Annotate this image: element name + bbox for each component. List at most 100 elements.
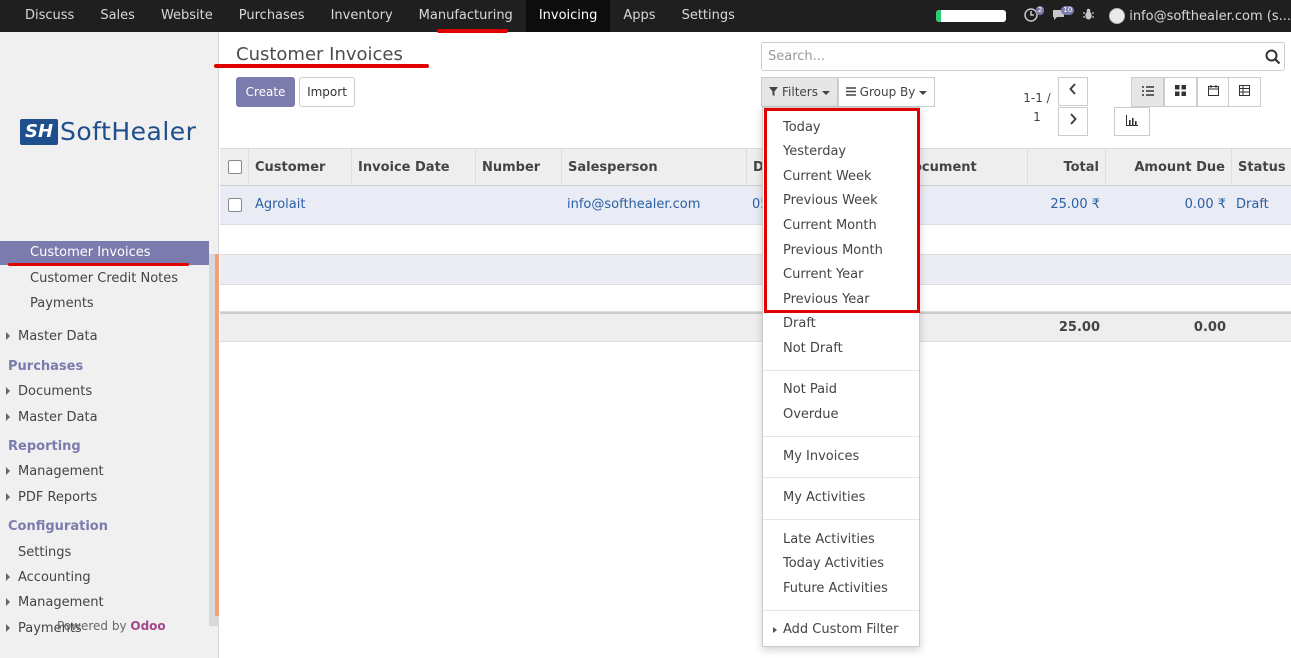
powered-prefix: Powered by xyxy=(57,619,127,633)
menu-sales[interactable]: Sales xyxy=(87,0,148,32)
filter-my-invoices[interactable]: My Invoices xyxy=(783,449,859,464)
sidebar-item-label: Documents xyxy=(18,384,93,399)
filters-label: Filters xyxy=(782,85,818,99)
sidebar-item-label: Management xyxy=(18,595,104,610)
page-title: Customer Invoices xyxy=(236,44,403,65)
menu-website[interactable]: Website xyxy=(148,0,226,32)
sidebar-item-accounting[interactable]: Accounting xyxy=(0,569,209,586)
pivot-view-button[interactable] xyxy=(1228,77,1261,107)
highlight-underline-title xyxy=(214,64,429,68)
powered-by: Powered by Odoo xyxy=(57,619,166,633)
list-view-icon xyxy=(1141,86,1154,96)
table-empty-row xyxy=(220,255,1291,285)
search-input[interactable] xyxy=(762,43,1252,70)
list-view-button[interactable] xyxy=(1131,77,1164,107)
menu-manufacturing[interactable]: Manufacturing xyxy=(406,0,526,32)
messages-icon[interactable]: 10 xyxy=(1052,6,1075,24)
filter-draft[interactable]: Draft xyxy=(783,316,816,331)
table-row[interactable]: Agrolait info@softhealer.com 05 25.00 ₹ … xyxy=(220,186,1291,225)
sidebar-item-payments[interactable]: Payments xyxy=(0,295,209,312)
highlight-box-date-filters xyxy=(764,108,920,313)
graph-view-button[interactable] xyxy=(1114,107,1150,136)
sidebar-item-master-data[interactable]: Master Data xyxy=(0,328,209,345)
odoo-link[interactable]: Odoo xyxy=(130,619,165,633)
cell-total: 25.00 ₹ xyxy=(1050,197,1100,212)
systray: 2 10 info@softhealer.com (s... xyxy=(936,0,1291,32)
pager-next-button[interactable] xyxy=(1058,107,1088,136)
column-total[interactable]: Total xyxy=(1027,149,1105,186)
sidebar-item-pdf-reports[interactable]: PDF Reports xyxy=(0,489,209,506)
column-status[interactable]: Status xyxy=(1231,149,1291,186)
column-invoice-date[interactable]: Invoice Date xyxy=(351,149,475,186)
sidebar-item-purchases-master-data[interactable]: Master Data xyxy=(0,409,209,426)
search-icon[interactable] xyxy=(1265,49,1281,65)
table-empty-row xyxy=(220,225,1291,255)
menu-discuss[interactable]: Discuss xyxy=(12,0,87,32)
menu-settings[interactable]: Settings xyxy=(669,0,748,32)
row-checkbox[interactable] xyxy=(228,198,242,212)
filters-button[interactable]: Filters xyxy=(761,77,838,107)
column-number[interactable]: Number xyxy=(475,149,561,186)
group-by-button[interactable]: Group By xyxy=(838,77,935,107)
add-custom-filter[interactable]: Add Custom Filter xyxy=(783,622,898,637)
caret-right-icon xyxy=(6,467,10,475)
menu-divider xyxy=(763,519,919,520)
pager-range: 1-1 / xyxy=(1023,91,1051,105)
pager-value[interactable]: 1-1 / 1 xyxy=(1017,89,1057,127)
kanban-view-button[interactable] xyxy=(1164,77,1197,107)
footer-amount-due: 0.00 xyxy=(1193,320,1226,335)
table-footer: 25.00 0.00 xyxy=(220,312,1291,342)
sidebar-section-reporting: Reporting xyxy=(8,439,81,454)
sidebar-item-customer-invoices[interactable]: Customer Invoices xyxy=(0,241,209,265)
menu-invoicing[interactable]: Invoicing xyxy=(525,0,611,32)
chevron-right-icon xyxy=(1070,113,1077,125)
filter-not-paid[interactable]: Not Paid xyxy=(783,382,837,397)
softhealer-logo: SH SoftHealer xyxy=(20,117,196,146)
sidebar-scrollbar-thumb[interactable] xyxy=(215,254,219,616)
kanban-view-icon xyxy=(1175,85,1186,96)
import-button[interactable]: Import xyxy=(299,77,355,107)
clock-activity-icon[interactable]: 2 xyxy=(1024,5,1045,25)
user-menu[interactable]: info@softhealer.com (s... xyxy=(1129,9,1291,24)
pager-previous-button[interactable] xyxy=(1058,77,1088,106)
sidebar-section-purchases: Purchases xyxy=(8,359,84,374)
filter-late-activities[interactable]: Late Activities xyxy=(783,532,875,547)
column-source-document[interactable]: ocument xyxy=(906,149,1027,186)
column-amount-due[interactable]: Amount Due xyxy=(1105,149,1231,186)
sidebar-item-label: PDF Reports xyxy=(18,490,98,505)
filter-today-activities[interactable]: Today Activities xyxy=(783,556,884,571)
sidebar-section-configuration: Configuration xyxy=(8,519,108,534)
sidebar-item-settings[interactable]: Settings xyxy=(0,544,209,561)
sidebar-item-customer-credit-notes[interactable]: Customer Credit Notes xyxy=(0,270,209,287)
menu-purchases[interactable]: Purchases xyxy=(226,0,318,32)
filter-overdue[interactable]: Overdue xyxy=(783,407,839,422)
top-navbar: Discuss Sales Website Purchases Inventor… xyxy=(0,0,1291,32)
chevron-down-icon xyxy=(821,91,830,95)
sidebar-item-management[interactable]: Management xyxy=(0,463,209,480)
select-all-checkbox[interactable] xyxy=(228,160,242,174)
company-switch-toggle[interactable] xyxy=(936,10,1007,22)
logo-mark: SH xyxy=(20,118,58,145)
filter-not-draft[interactable]: Not Draft xyxy=(783,341,843,356)
sidebar-item-label: Master Data xyxy=(18,329,98,344)
column-customer[interactable]: Customer xyxy=(248,149,351,186)
bars-icon xyxy=(845,87,856,96)
activity-badge: 2 xyxy=(1035,5,1045,15)
create-button[interactable]: Create xyxy=(236,77,295,107)
debug-bug-icon[interactable] xyxy=(1082,8,1095,24)
filter-my-activities[interactable]: My Activities xyxy=(783,490,865,505)
caret-right-icon xyxy=(6,413,10,421)
sidebar-item-config-management[interactable]: Management xyxy=(0,594,209,611)
column-salesperson[interactable]: Salesperson xyxy=(561,149,746,186)
caret-right-icon xyxy=(6,573,10,581)
user-avatar[interactable] xyxy=(1109,8,1126,24)
sidebar-item-label: Management xyxy=(18,464,104,479)
filter-future-activities[interactable]: Future Activities xyxy=(783,581,888,596)
graph-view-icon xyxy=(1126,115,1138,126)
sidebar-item-documents[interactable]: Documents xyxy=(0,383,209,400)
footer-total: 25.00 xyxy=(1058,320,1100,335)
sidebar-item-label: Master Data xyxy=(18,410,98,425)
menu-inventory[interactable]: Inventory xyxy=(318,0,406,32)
calendar-view-button[interactable] xyxy=(1197,77,1230,107)
menu-apps[interactable]: Apps xyxy=(610,0,668,32)
